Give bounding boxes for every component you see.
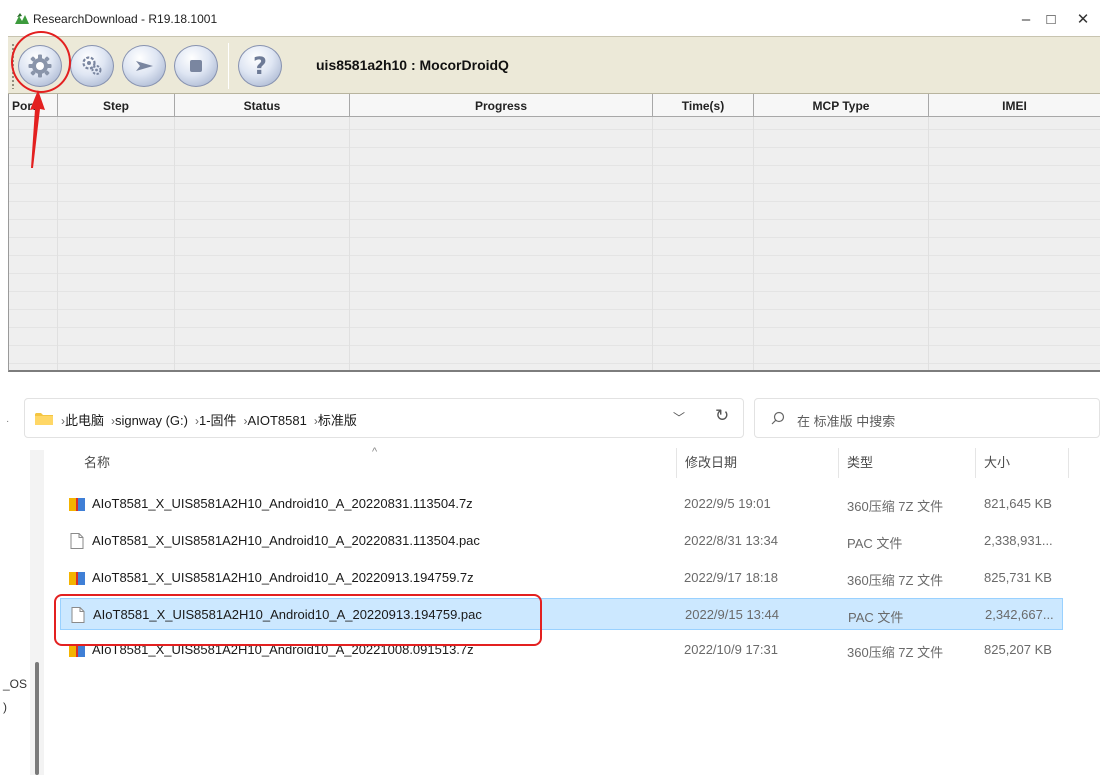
file-date: 2022/9/15 13:44 (685, 607, 779, 622)
file-type: 360压缩 7Z 文件 (847, 645, 944, 660)
file-size: 2,338,931... (984, 533, 1053, 548)
toolbar-separator (228, 43, 229, 89)
col-progress[interactable]: Progress (350, 94, 653, 117)
nav-pane-cut-text: ) (3, 700, 7, 714)
column-divider[interactable] (676, 448, 677, 478)
navigation-scrollbar[interactable] (35, 662, 39, 775)
device-label: uis8581a2h10 : MocorDroidQ (316, 57, 509, 73)
nav-pane-cut-text: _OS (3, 677, 28, 691)
file-icon (70, 533, 84, 549)
grid-line (652, 117, 653, 370)
folder-icon (35, 413, 53, 425)
grid-line (57, 117, 58, 370)
breadcrumb-drive[interactable]: signway (G:) (115, 413, 188, 428)
grid-header: Port Step Status Progress Time(s) MCP Ty… (9, 94, 1100, 117)
stop-download-button[interactable] (174, 45, 218, 87)
port-grid: Port Step Status Progress Time(s) MCP Ty… (8, 94, 1100, 372)
header-date[interactable]: 修改日期 (685, 452, 737, 471)
breadcrumb-standard[interactable]: 标准版 (318, 413, 357, 428)
breadcrumb-firmware[interactable]: 1-固件 (199, 413, 237, 428)
start-download-button[interactable] (122, 45, 166, 87)
file-type: PAC 文件 (847, 536, 903, 551)
research-download-window: ResearchDownload - R19.18.1001 – □ ✕ ? u… (0, 0, 1100, 372)
breadcrumb-this-pc[interactable]: 此电脑 (65, 413, 104, 428)
file-size: 2,342,667... (985, 607, 1054, 622)
search-input[interactable]: 在 标准版 中搜索 (797, 411, 895, 430)
col-status[interactable]: Status (175, 94, 350, 117)
title-bar: ResearchDownload - R19.18.1001 – □ ✕ (0, 0, 1100, 36)
play-icon (136, 61, 153, 71)
sort-caret-icon: ^ (372, 446, 378, 458)
help-button[interactable]: ? (238, 45, 282, 87)
breadcrumb: ›此电脑 ›signway (G:) ›1-固件 ›AIOT8581 ›标准版 (61, 410, 357, 429)
col-mcp-type[interactable]: MCP Type (754, 94, 929, 117)
column-divider[interactable] (1068, 448, 1069, 478)
file-name: AIoT8581_X_UIS8581A2H10_Android10_A_2022… (92, 496, 473, 511)
app-logo-icon (15, 13, 29, 24)
file-date: 2022/9/5 19:01 (684, 496, 771, 511)
header-name[interactable]: 名称 (84, 452, 110, 471)
question-icon: ? (253, 52, 267, 80)
header-size[interactable]: 大小 (984, 452, 1010, 471)
grid-line (928, 117, 929, 370)
grid-line (349, 117, 350, 370)
col-step[interactable]: Step (58, 94, 175, 117)
archive-icon (69, 572, 85, 585)
archive-icon (69, 498, 85, 511)
close-button[interactable]: ✕ (1060, 4, 1100, 34)
annotation-circle (11, 31, 71, 93)
gears-icon (82, 56, 102, 75)
address-dropdown-icon[interactable]: ﹀ (673, 409, 685, 426)
file-name: AIoT8581_X_UIS8581A2H10_Android10_A_2022… (92, 533, 480, 548)
file-row[interactable]: AIoT8581_X_UIS8581A2H10_Android10_A_2022… (60, 562, 1063, 594)
address-bar[interactable]: ›此电脑 ›signway (G:) ›1-固件 ›AIOT8581 ›标准版 ﹀ ↻ (24, 398, 744, 438)
settings-button[interactable] (70, 45, 114, 87)
file-row[interactable]: AIoT8581_X_UIS8581A2H10_Android10_A_2022… (60, 525, 1063, 557)
file-explorer: · ›此电脑 ›signway (G:) ›1-固件 ›AIOT8581 ›标准版 ﹀ … (0, 380, 1100, 775)
file-size: 821,645 KB (984, 496, 1052, 511)
nav-edge-marker: · (6, 416, 10, 427)
file-name: AIoT8581_X_UIS8581A2H10_Android10_A_2022… (92, 570, 474, 585)
header-type[interactable]: 类型 (847, 452, 873, 471)
file-row[interactable]: AIoT8581_X_UIS8581A2H10_Android10_A_2022… (60, 488, 1063, 520)
grid-body (9, 117, 1100, 370)
annotation-arrow (30, 90, 45, 168)
grid-line (753, 117, 754, 370)
file-type: PAC 文件 (848, 610, 904, 625)
file-date: 2022/9/17 18:18 (684, 570, 778, 585)
annotation-rectangle (54, 594, 542, 646)
window-title: ResearchDownload - R19.18.1001 (33, 12, 218, 26)
search-icon (771, 411, 785, 425)
col-time[interactable]: Time(s) (653, 94, 754, 117)
file-size: 825,731 KB (984, 570, 1052, 585)
stop-icon (190, 60, 202, 72)
file-date: 2022/10/9 17:31 (684, 642, 778, 657)
search-box[interactable]: 在 标准版 中搜索 (754, 398, 1100, 438)
col-imei[interactable]: IMEI (929, 94, 1100, 117)
column-divider[interactable] (975, 448, 976, 478)
toolbar: ? uis8581a2h10 : MocorDroidQ (8, 36, 1100, 94)
grid-line (174, 117, 175, 370)
file-type: 360压缩 7Z 文件 (847, 573, 944, 588)
refresh-icon[interactable]: ↻ (715, 406, 729, 426)
column-divider[interactable] (838, 448, 839, 478)
breadcrumb-aiot8581[interactable]: AIOT8581 (248, 413, 307, 428)
file-date: 2022/8/31 13:34 (684, 533, 778, 548)
file-type: 360压缩 7Z 文件 (847, 499, 944, 514)
file-size: 825,207 KB (984, 642, 1052, 657)
